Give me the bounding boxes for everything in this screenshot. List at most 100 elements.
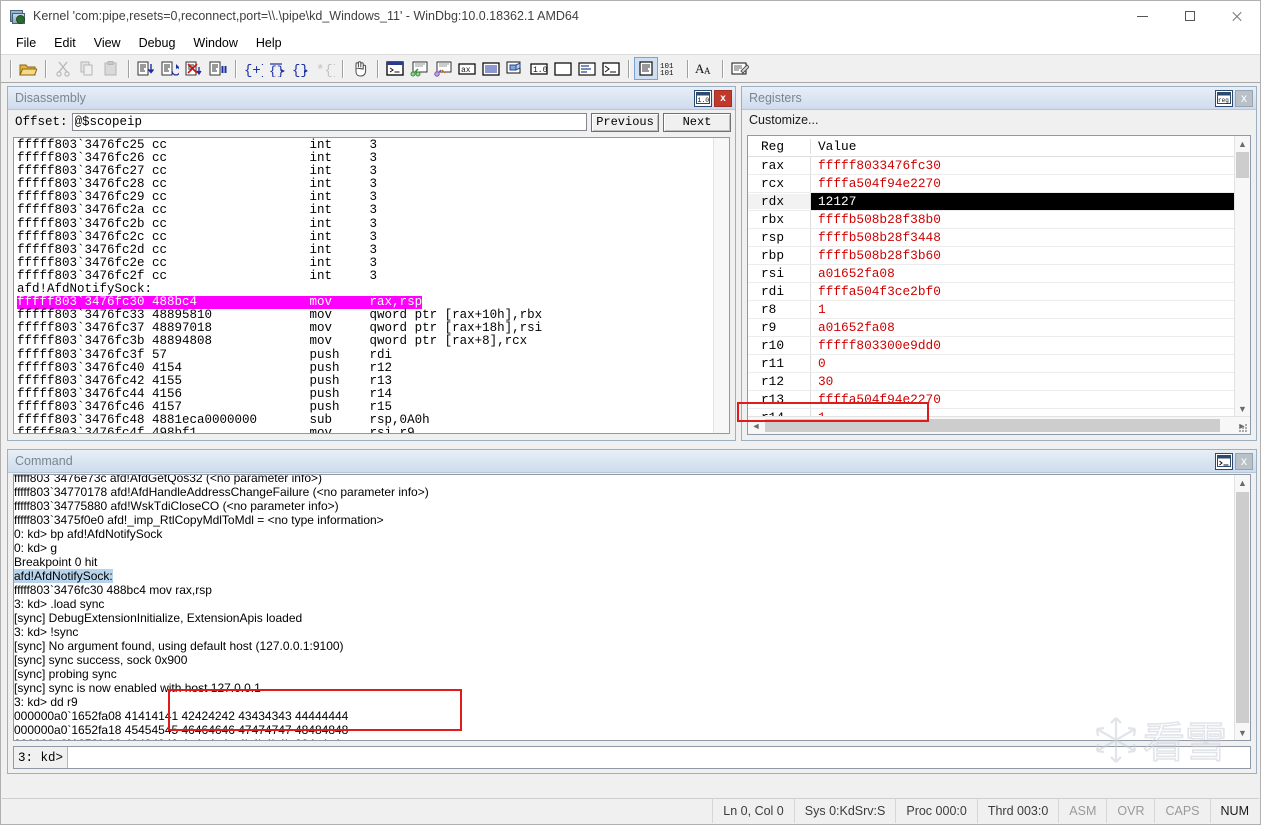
command-browser-icon[interactable] bbox=[599, 57, 623, 80]
trace-into-icon[interactable]: {+} bbox=[241, 57, 265, 80]
register-name: rcx bbox=[761, 176, 785, 191]
register-value[interactable]: ffffb508b28f3448 bbox=[810, 229, 1235, 246]
command-output-area[interactable]: fffff803`3476e73c afd!AfdGetQos32 (<no p… bbox=[13, 474, 1251, 741]
svg-text:A: A bbox=[704, 66, 711, 76]
minimize-button[interactable] bbox=[1119, 1, 1166, 31]
register-value[interactable]: ffffa504f94e2270 bbox=[810, 391, 1235, 408]
command-close-button[interactable]: x bbox=[1235, 452, 1253, 470]
cut-icon[interactable] bbox=[51, 57, 75, 80]
register-row[interactable]: rax fffff8033476fc30 bbox=[748, 157, 1235, 175]
processes-threads-icon[interactable] bbox=[575, 57, 599, 80]
next-button[interactable]: Next bbox=[663, 112, 731, 132]
menu-window[interactable]: Window bbox=[184, 34, 246, 52]
maximize-button[interactable] bbox=[1166, 1, 1213, 31]
command-input[interactable] bbox=[68, 747, 1250, 768]
app-icon bbox=[9, 8, 25, 24]
menu-debug[interactable]: Debug bbox=[130, 34, 185, 52]
locals-window-icon[interactable] bbox=[431, 57, 455, 80]
numeric-icon[interactable]: 101 101 bbox=[658, 57, 682, 80]
font-icon[interactable]: AA bbox=[693, 57, 717, 80]
register-row[interactable]: r10 fffff803300e9dd0 bbox=[748, 337, 1235, 355]
menu-view[interactable]: View bbox=[85, 34, 130, 52]
disassembly-window-icon[interactable]: 1.0 bbox=[527, 57, 551, 80]
register-row[interactable]: r9 a01652fa08 bbox=[748, 319, 1235, 337]
menu-file[interactable]: File bbox=[7, 34, 45, 52]
registers-horizontal-scrollbar[interactable]: ◄ ► bbox=[748, 416, 1250, 434]
registers-close-button[interactable]: x bbox=[1235, 89, 1253, 107]
offset-input[interactable] bbox=[71, 113, 587, 131]
register-row[interactable]: rbx ffffb508b28f38b0 bbox=[748, 211, 1235, 229]
restart-icon[interactable]: *{} bbox=[313, 57, 337, 80]
registers-window-icon[interactable]: ax bbox=[455, 57, 479, 80]
scroll-down-icon[interactable]: ▼ bbox=[1235, 401, 1250, 416]
register-value[interactable]: 0 bbox=[810, 355, 1235, 372]
register-row[interactable]: rsp ffffb508b28f3448 bbox=[748, 229, 1235, 247]
scratch-pad-icon[interactable] bbox=[551, 57, 575, 80]
register-value[interactable]: a01652fa08 bbox=[810, 319, 1235, 336]
command-window-icon[interactable] bbox=[383, 57, 407, 80]
source-mode-icon[interactable] bbox=[634, 57, 658, 80]
close-icon bbox=[1231, 11, 1242, 22]
memory-window-icon[interactable] bbox=[479, 57, 503, 80]
copy-icon[interactable] bbox=[75, 57, 99, 80]
register-value[interactable]: fffff803300e9dd0 bbox=[810, 337, 1235, 354]
menu-edit[interactable]: Edit bbox=[45, 34, 85, 52]
close-button[interactable] bbox=[1213, 1, 1260, 31]
registers-hscroll-thumb[interactable] bbox=[765, 419, 1220, 432]
menu-help[interactable]: Help bbox=[247, 34, 291, 52]
register-value[interactable]: 1 bbox=[810, 301, 1235, 318]
status-bar: Ln 0, Col 0 Sys 0:KdSrv:S Proc 000:0 Thrd 0… bbox=[2, 798, 1259, 823]
command-restore-button[interactable] bbox=[1215, 452, 1233, 470]
registers-restore-button[interactable]: reg bbox=[1215, 89, 1233, 107]
register-value[interactable]: ffffa504f3ce2bf0 bbox=[810, 283, 1235, 300]
register-row[interactable]: rdx 12127 bbox=[748, 193, 1235, 211]
disassembly-close-button[interactable]: x bbox=[714, 89, 732, 107]
register-value[interactable]: fffff8033476fc30 bbox=[810, 157, 1235, 174]
step-into-icon[interactable] bbox=[134, 57, 158, 80]
register-row[interactable]: r12 30 bbox=[748, 373, 1235, 391]
notes-icon[interactable] bbox=[728, 57, 752, 80]
scroll-up-icon[interactable]: ▲ bbox=[1235, 136, 1250, 151]
command-vertical-scrollbar[interactable]: ▲ ▼ bbox=[1234, 475, 1250, 740]
break-icon[interactable] bbox=[206, 57, 230, 80]
disassembly-code-area[interactable]: fffff803`3476fc25 cc int 3 fffff803`3476f… bbox=[13, 137, 730, 434]
customize-link[interactable]: Customize... bbox=[749, 113, 818, 127]
register-value[interactable]: ffffb508b28f3b60 bbox=[810, 247, 1235, 264]
register-name: r8 bbox=[761, 302, 777, 317]
register-row[interactable]: rbp ffffb508b28f3b60 bbox=[748, 247, 1235, 265]
register-row[interactable]: rdi ffffa504f3ce2bf0 bbox=[748, 283, 1235, 301]
register-row[interactable]: rcx ffffa504f94e2270 bbox=[748, 175, 1235, 193]
open-file-icon[interactable] bbox=[16, 57, 40, 80]
register-value[interactable]: 1 bbox=[810, 409, 1235, 416]
paste-icon[interactable] bbox=[99, 57, 123, 80]
calls-window-icon[interactable] bbox=[503, 57, 527, 80]
command-scroll-thumb[interactable] bbox=[1236, 492, 1249, 723]
disassembly-restore-button[interactable]: 1.0 bbox=[694, 89, 712, 107]
scroll-left-icon[interactable]: ◄ bbox=[748, 417, 764, 434]
register-row[interactable]: r11 0 bbox=[748, 355, 1235, 373]
registers-vertical-scrollbar[interactable]: ▲ ▼ bbox=[1234, 136, 1250, 416]
step-branch-icon[interactable]: {} bbox=[289, 57, 313, 80]
step-over-icon[interactable] bbox=[158, 57, 182, 80]
register-value[interactable]: ffffb508b28f38b0 bbox=[810, 211, 1235, 228]
register-value[interactable]: 12127 bbox=[810, 193, 1235, 210]
registers-scroll-thumb[interactable] bbox=[1236, 152, 1249, 178]
break-hand-icon[interactable] bbox=[348, 57, 372, 80]
step-out-icon[interactable]: {} bbox=[265, 57, 289, 80]
command-scroll-down-icon[interactable]: ▼ bbox=[1235, 725, 1250, 740]
register-row[interactable]: r8 1 bbox=[748, 301, 1235, 319]
previous-button[interactable]: Previous bbox=[591, 112, 659, 132]
register-row[interactable]: r13 ffffa504f94e2270 bbox=[748, 391, 1235, 409]
command-scroll-up-icon[interactable]: ▲ bbox=[1235, 475, 1250, 490]
watch-window-icon[interactable] bbox=[407, 57, 431, 80]
mdi-client-area: Disassembly 1.0 x Offset: Previous Next … bbox=[2, 83, 1259, 799]
register-value[interactable]: 30 bbox=[810, 373, 1235, 390]
disassembly-vertical-scrollbar[interactable] bbox=[713, 138, 729, 433]
register-value[interactable]: a01652fa08 bbox=[810, 265, 1235, 282]
run-to-cursor-icon[interactable] bbox=[182, 57, 206, 80]
register-value[interactable]: ffffa504f94e2270 bbox=[810, 175, 1235, 192]
disassembly-line: fffff803`3476fc2b cc int 3 bbox=[17, 216, 378, 231]
register-row[interactable]: rsi a01652fa08 bbox=[748, 265, 1235, 283]
register-row[interactable]: r141 bbox=[748, 409, 1235, 416]
resize-grip[interactable] bbox=[1238, 423, 1248, 433]
